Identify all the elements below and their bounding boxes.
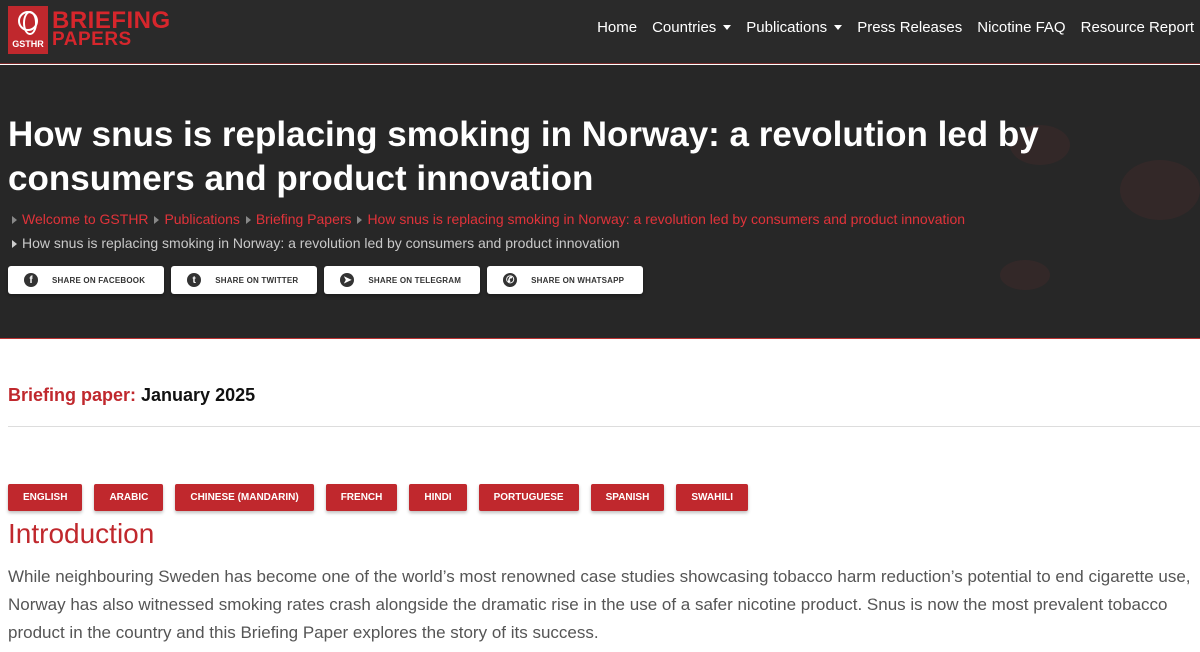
whatsapp-icon: ✆ [503, 273, 518, 287]
lang-portuguese-button[interactable]: PORTUGUESE [478, 484, 579, 511]
lang-english-button[interactable]: ENGLISH [8, 484, 83, 511]
breadcrumb-article[interactable]: How snus is replacing smoking in Norway:… [367, 211, 965, 227]
page-title: How snus is replacing smoking in Norway:… [8, 115, 1039, 198]
paper-date-value: January 2025 [141, 385, 256, 405]
nav-home[interactable]: Home [597, 19, 637, 36]
introduction-text: While neighbouring Sweden has become one… [8, 567, 1191, 642]
lang-spanish-button[interactable]: SPANISH [590, 484, 665, 511]
share-facebook-label: SHARE ON FACEBOOK [52, 275, 146, 285]
share-whatsapp-label: SHARE ON WHATSAPP [531, 275, 625, 285]
breadcrumb-home[interactable]: Welcome to GSTHR [22, 211, 149, 227]
facebook-icon: f [24, 273, 38, 287]
site-logo[interactable]: GSTHR BRIEFING PAPERS [8, 6, 171, 54]
nav-nicotine-faq[interactable]: Nicotine FAQ [977, 19, 1065, 36]
breadcrumb: Welcome to GSTHR Publications Briefing P… [12, 207, 1192, 255]
nav-publications[interactable]: Publications [746, 19, 843, 36]
hero-banner: How snus is replacing smoking in Norway:… [0, 65, 1200, 339]
telegram-icon: ➤ [340, 273, 355, 287]
breadcrumb-current: How snus is replacing smoking in Norway:… [22, 235, 620, 251]
lang-arabic-button[interactable]: ARABIC [94, 484, 164, 511]
breadcrumb-arrow-icon [12, 239, 17, 248]
breadcrumb-arrow-icon [154, 215, 160, 224]
lang-swahili-button[interactable]: SWAHILI [676, 484, 748, 511]
smoke-decoration [1000, 260, 1050, 290]
introduction-heading: Introduction [8, 518, 155, 549]
breadcrumb-arrow-icon [245, 215, 251, 224]
lang-french-button[interactable]: FRENCH [325, 484, 398, 511]
breadcrumb-briefing-papers[interactable]: Briefing Papers [256, 211, 352, 227]
share-whatsapp-button[interactable]: ✆ SHARE ON WHATSAPP [487, 266, 644, 294]
nav-resource-report-label: Resource Report [1080, 19, 1194, 36]
nav-countries-label: Countries [652, 19, 717, 36]
breadcrumb-publications[interactable]: Publications [164, 211, 240, 227]
twitter-icon: t [187, 273, 202, 287]
nav-countries[interactable]: Countries [652, 19, 732, 36]
share-twitter-label: SHARE ON TWITTER [215, 275, 299, 285]
share-twitter-button[interactable]: t SHARE ON TWITTER [171, 266, 318, 294]
main-nav: Home Countries Publications Press Releas… [582, 19, 1194, 36]
nav-publications-label: Publications [746, 19, 828, 36]
nav-press-releases-label: Press Releases [857, 19, 963, 36]
language-buttons: ENGLISH ARABIC CHINESE (MANDARIN) FRENCH… [8, 484, 760, 511]
caret-down-icon [834, 25, 843, 30]
lang-chinese-button[interactable]: CHINESE (MANDARIN) [175, 484, 314, 511]
lang-hindi-button[interactable]: HINDI [409, 484, 467, 511]
share-facebook-button[interactable]: f SHARE ON FACEBOOK [8, 266, 165, 294]
divider [8, 426, 1200, 427]
caret-down-icon [723, 25, 732, 30]
breadcrumb-arrow-icon [357, 215, 363, 224]
share-bar: f SHARE ON FACEBOOK t SHARE ON TWITTER ➤… [8, 266, 650, 294]
share-telegram-label: SHARE ON TELEGRAM [368, 275, 462, 285]
logo-mark-text: GSTHR [12, 39, 44, 49]
share-telegram-button[interactable]: ➤ SHARE ON TELEGRAM [324, 266, 481, 294]
nav-resource-report[interactable]: Resource Report [1081, 19, 1194, 36]
gsthr-logo-icon: GSTHR [8, 6, 48, 54]
paper-date-key: Briefing paper: [8, 385, 137, 405]
logo-line-1: BRIEFING [52, 7, 171, 34]
top-navbar: GSTHR BRIEFING PAPERS Home Countries Pub… [0, 0, 1200, 64]
nav-home-label: Home [597, 19, 638, 36]
paper-date: Briefing paper: January 2025 [8, 385, 255, 406]
breadcrumb-arrow-icon [12, 215, 17, 224]
nav-nicotine-faq-label: Nicotine FAQ [977, 19, 1066, 36]
nav-press-releases[interactable]: Press Releases [857, 19, 962, 36]
